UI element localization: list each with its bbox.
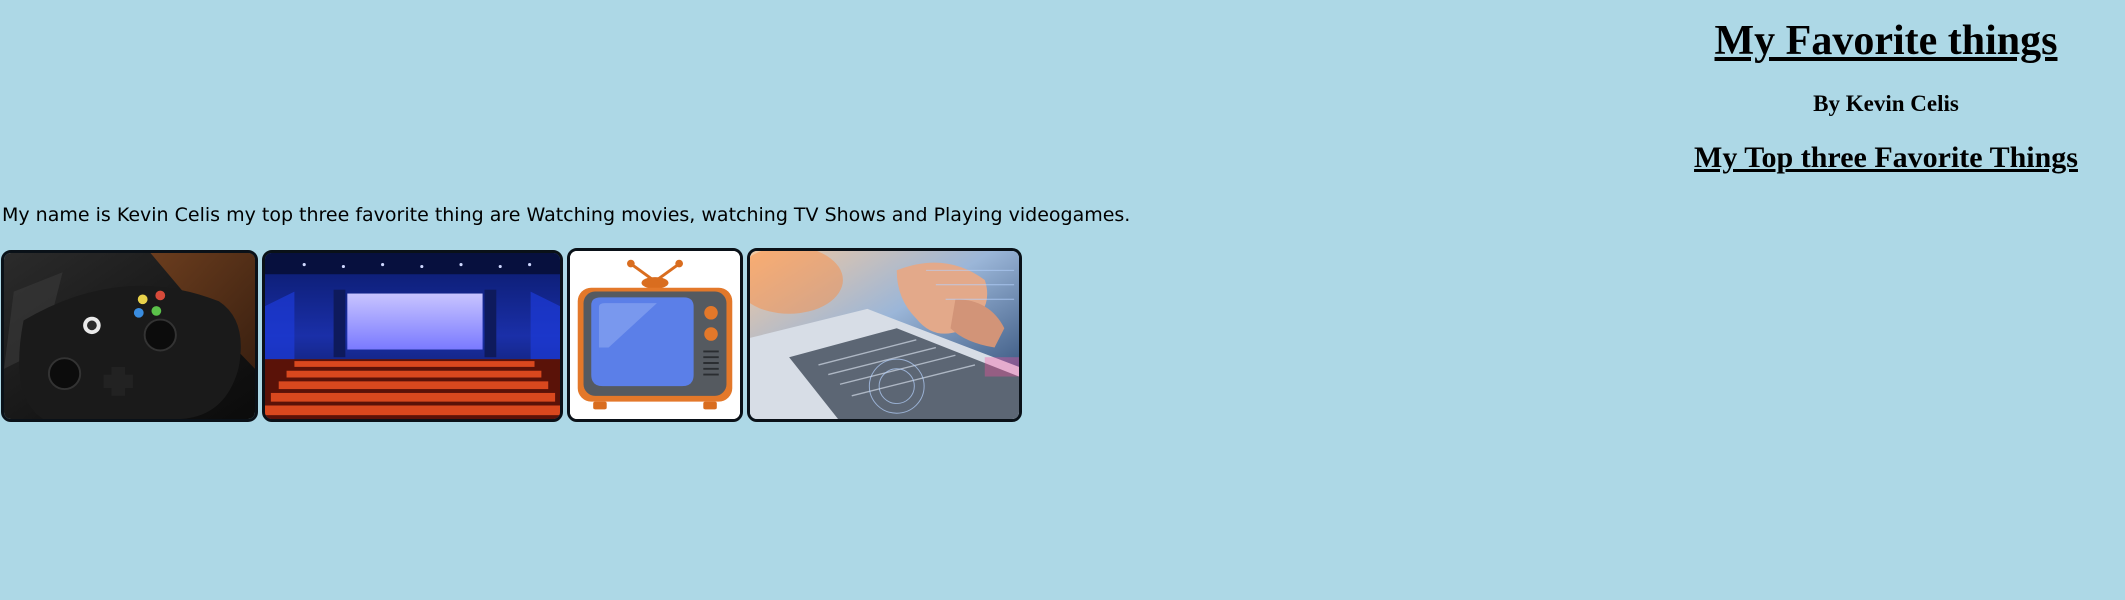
page-title: My Favorite things bbox=[1714, 18, 2058, 64]
author-byline: By Kevin Celis bbox=[1813, 91, 1959, 116]
game-controller-image bbox=[1, 250, 258, 422]
section-heading: My Top three Favorite Things bbox=[1694, 141, 2078, 174]
laptop-typing-image bbox=[747, 248, 1022, 422]
retro-tv-image bbox=[567, 248, 743, 422]
movie-theater-image bbox=[262, 250, 563, 422]
intro-paragraph: My name is Kevin Celis my top three favo… bbox=[2, 204, 1131, 226]
